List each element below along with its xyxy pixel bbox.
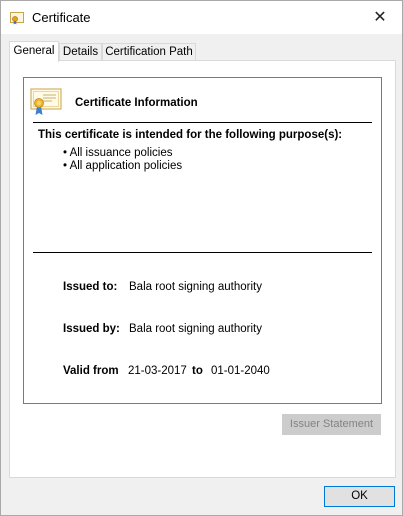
certificate-info-frame: Certificate Information This certificate…: [23, 77, 382, 404]
tab-general[interactable]: General: [9, 41, 59, 62]
valid-to-value: 01-01-2040: [211, 365, 270, 377]
tab-certification-path[interactable]: Certification Path: [102, 43, 196, 60]
certificate-dialog: Certificate ✕ General Details Certificat…: [0, 0, 403, 516]
window-title: Certificate: [32, 10, 91, 25]
close-button[interactable]: ✕: [358, 1, 402, 33]
valid-to-label: to: [192, 365, 203, 377]
purpose-heading: This certificate is intended for the fol…: [38, 129, 343, 141]
certificate-icon: [30, 88, 62, 115]
issued-by-value: Bala root signing authority: [129, 323, 262, 335]
valid-from-value: 21-03-2017: [128, 365, 187, 377]
issued-by-label: Issued by:: [63, 323, 120, 335]
valid-from-label: Valid from: [63, 365, 119, 377]
issued-to-label: Issued to:: [63, 281, 118, 293]
close-icon: ✕: [373, 9, 387, 26]
ok-button[interactable]: OK: [324, 486, 395, 507]
list-item: • All issuance policies: [63, 147, 173, 159]
general-tab-panel: Certificate Information This certificate…: [9, 60, 396, 478]
purpose-list: • All issuance policies • All applicatio…: [63, 147, 182, 173]
divider: [33, 252, 372, 253]
issued-to-value: Bala root signing authority: [129, 281, 262, 293]
issuer-statement-button[interactable]: Issuer Statement: [282, 414, 381, 435]
certificate-icon: [10, 12, 24, 25]
list-item: • All application policies: [63, 160, 183, 172]
tab-details[interactable]: Details: [59, 43, 102, 60]
divider: [33, 122, 372, 123]
title-bar: Certificate ✕: [1, 1, 402, 34]
certificate-information-title: Certificate Information: [75, 97, 198, 109]
